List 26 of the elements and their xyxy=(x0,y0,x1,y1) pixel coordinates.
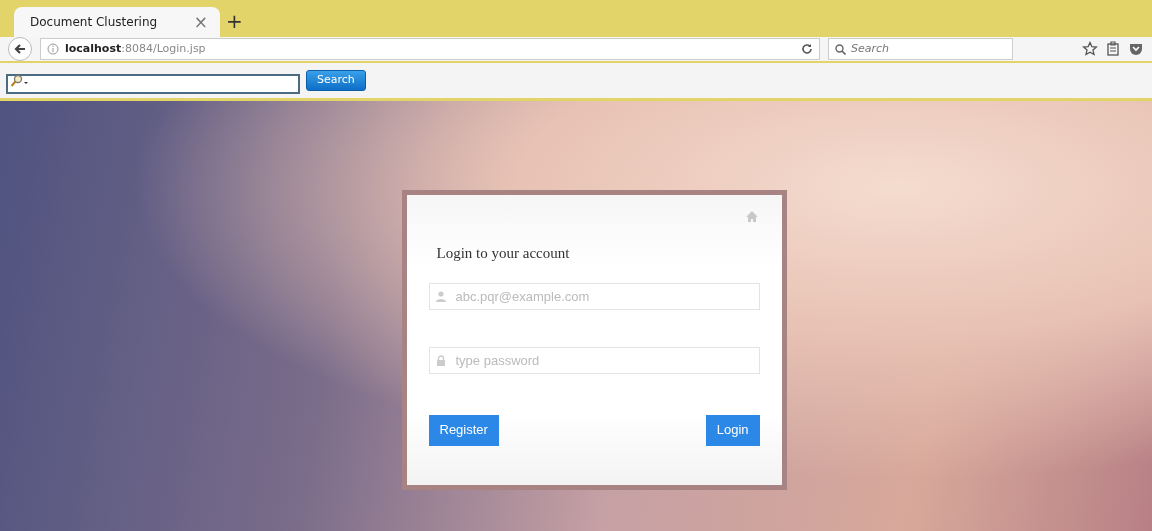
star-icon[interactable] xyxy=(1082,41,1098,57)
search-placeholder: Search xyxy=(851,40,890,57)
close-tab-button[interactable]: × xyxy=(193,13,208,31)
password-field[interactable]: type password xyxy=(428,346,760,374)
reading-list-icon[interactable] xyxy=(1106,41,1120,57)
login-button[interactable]: Login xyxy=(705,414,760,446)
search-icon xyxy=(835,43,846,55)
register-button[interactable]: Register xyxy=(428,414,499,446)
search-button[interactable]: Search xyxy=(306,70,366,91)
browser-search-field[interactable]: Search xyxy=(828,38,1013,60)
tab-title: Document Clustering xyxy=(30,14,158,31)
toolbar-search-field[interactable] xyxy=(6,74,300,94)
login-title: Login to your account xyxy=(436,244,571,263)
magnifier-icon xyxy=(10,73,28,88)
lock-icon xyxy=(435,354,446,366)
info-icon xyxy=(47,43,59,55)
reload-icon[interactable] xyxy=(801,43,813,55)
shield-icon[interactable] xyxy=(1128,41,1144,57)
back-arrow-icon xyxy=(14,43,26,55)
url-text: localhost:8084/Login.jsp xyxy=(65,40,207,57)
browser-tab[interactable]: Document Clustering × xyxy=(14,7,220,37)
back-button[interactable] xyxy=(8,37,32,61)
address-bar[interactable]: localhost:8084/Login.jsp xyxy=(40,38,820,60)
email-field[interactable]: abc.pqr@example.com xyxy=(428,282,760,310)
user-icon xyxy=(435,290,446,302)
new-tab-button[interactable]: + xyxy=(226,11,243,37)
